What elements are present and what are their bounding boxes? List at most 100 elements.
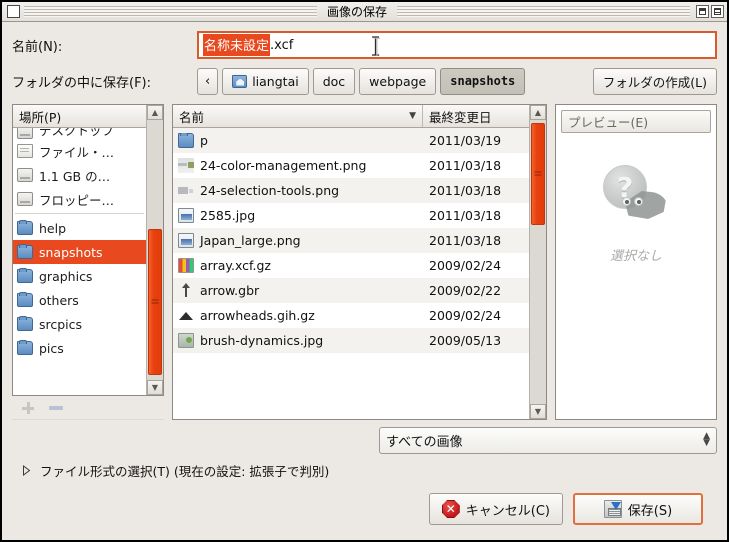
save-in-folder-label: フォルダの中に保存(F): xyxy=(12,72,197,91)
file-date-cell: 2009/05/13 xyxy=(423,333,529,348)
place-item-pics[interactable]: pics xyxy=(13,336,146,360)
table-row[interactable]: array.xcf.gz 2009/02/24 xyxy=(173,253,529,278)
place-item-srcpics-label: srcpics xyxy=(39,317,82,332)
folder-icon xyxy=(17,221,33,235)
places-scrollbar[interactable]: ▲ ▼ xyxy=(146,105,163,395)
place-item-volume[interactable]: 1.1 GB の… xyxy=(13,163,146,187)
restore-window-icon[interactable] xyxy=(696,5,709,18)
places-list[interactable]: デスクトップ ファイル・… 1.1 GB の… xyxy=(13,128,146,395)
table-row[interactable]: p 2011/03/19 xyxy=(173,128,529,153)
folder-icon xyxy=(17,269,33,283)
filename-label: 名前(N): xyxy=(12,36,197,55)
arrowheads-brush-icon xyxy=(178,308,194,323)
file-date-cell: 2009/02/22 xyxy=(423,283,529,298)
file-name-text: 24-color-management.png xyxy=(200,158,366,173)
add-place-button[interactable] xyxy=(20,400,36,416)
cancel-button[interactable]: キャンセル(C) xyxy=(429,493,563,525)
file-list-scrollbar[interactable]: ▲ ▼ xyxy=(529,105,546,419)
place-item-floppy[interactable]: フロッピー… xyxy=(13,187,146,211)
place-item-others-label: others xyxy=(39,293,79,308)
file-type-expander[interactable]: ファイル形式の選択(T) (現在の設定: 拡張子で判別) xyxy=(12,454,717,486)
breadcrumb-doc[interactable]: doc xyxy=(313,68,355,95)
place-item-help[interactable]: help xyxy=(13,216,146,240)
drive-icon xyxy=(17,168,33,182)
place-item-pics-label: pics xyxy=(39,341,64,356)
file-filter-combo[interactable]: すべての画像 ▲▼ xyxy=(379,427,717,454)
desktop-icon xyxy=(17,128,33,139)
file-name-text: p xyxy=(200,133,208,148)
expander-triangle-icon[interactable] xyxy=(22,465,31,476)
place-item-snapshots[interactable]: snapshots xyxy=(13,240,146,264)
places-scroll-thumb[interactable] xyxy=(148,229,162,375)
place-item-desktop[interactable]: デスクトップ xyxy=(13,128,146,139)
places-separator xyxy=(15,213,144,214)
remove-place-button[interactable] xyxy=(48,400,64,416)
file-name-text: 2585.jpg xyxy=(200,208,255,223)
dialog-body: 名前(N): 名称未設定.xcf フォルダの中に保存(F): ‹ liangta… xyxy=(2,22,727,540)
table-row[interactable]: 24-color-management.png 2011/03/18 xyxy=(173,153,529,178)
file-scroll-up-icon[interactable]: ▲ xyxy=(530,105,546,120)
file-name-text: 24-selection-tools.png xyxy=(200,183,339,198)
place-item-srcpics[interactable]: srcpics xyxy=(13,312,146,336)
file-scroll-thumb[interactable] xyxy=(531,123,545,225)
image-thumbnail-icon xyxy=(178,183,194,198)
place-item-floppy-label: フロッピー… xyxy=(39,190,114,209)
title-bar: 画像の保存 xyxy=(2,2,727,22)
places-scroll-track[interactable] xyxy=(147,120,163,380)
breadcrumb-snapshots[interactable]: snapshots xyxy=(440,68,525,95)
home-folder-icon xyxy=(232,75,247,88)
titlebar-stripes-right xyxy=(397,6,690,17)
dialog-action-buttons: キャンセル(C) 保存(S) xyxy=(12,486,717,540)
breadcrumb-back-button[interactable]: ‹ xyxy=(197,68,218,95)
places-column: 場所(P) デスクトップ ファイル・… xyxy=(12,104,164,420)
titlebar-stripes-left xyxy=(24,6,317,17)
breadcrumb-webpage[interactable]: webpage xyxy=(359,68,436,95)
preview-column: プレビュー(E) ? 選択なし xyxy=(555,104,717,420)
table-row[interactable]: Japan_large.png 2011/03/18 xyxy=(173,228,529,253)
floppy-drive-icon xyxy=(17,192,33,206)
file-name-cell: brush-dynamics.jpg xyxy=(173,333,423,348)
save-button-label: 保存(S) xyxy=(628,500,672,519)
create-folder-button[interactable]: フォルダの作成(L) xyxy=(593,68,717,95)
places-scroll-down-icon[interactable]: ▼ xyxy=(147,380,163,395)
filename-input[interactable]: 名称未設定.xcf xyxy=(197,31,717,59)
file-list[interactable]: p 2011/03/19 24-color-management.png 201… xyxy=(173,128,529,419)
breadcrumb-liangtai[interactable]: liangtai xyxy=(222,68,309,95)
scrollbar-grip-icon xyxy=(535,171,542,176)
column-header-name[interactable]: 名前 ▼ xyxy=(173,105,423,127)
table-row[interactable]: 24-selection-tools.png 2011/03/18 xyxy=(173,178,529,203)
filename-row: 名前(N): 名称未設定.xcf xyxy=(12,30,717,60)
image-file-icon xyxy=(178,233,194,248)
file-date-cell: 2011/03/18 xyxy=(423,183,529,198)
file-scroll-track[interactable] xyxy=(530,120,546,404)
file-list-inner: 名前 ▼ 最終変更日 p 2011/03/19 xyxy=(173,105,529,419)
save-button[interactable]: 保存(S) xyxy=(573,493,703,525)
table-row[interactable]: arrow.gbr 2009/02/22 xyxy=(173,278,529,303)
places-scroll-up-icon[interactable]: ▲ xyxy=(147,105,163,120)
file-scroll-down-icon[interactable]: ▼ xyxy=(530,404,546,419)
cancel-button-label: キャンセル(C) xyxy=(466,500,550,519)
table-row[interactable]: brush-dynamics.jpg 2009/05/13 xyxy=(173,328,529,353)
window-title: 画像の保存 xyxy=(321,3,393,20)
text-cursor-icon xyxy=(371,36,380,56)
image-file-icon xyxy=(178,208,194,223)
place-item-others[interactable]: others xyxy=(13,288,146,312)
wilber-eye-left xyxy=(622,197,631,206)
image-thumbnail-icon xyxy=(178,158,194,173)
wilber-question-icon: ? xyxy=(599,161,673,223)
file-date-cell: 2011/03/18 xyxy=(423,158,529,173)
table-row[interactable]: arrowheads.gih.gz 2009/02/24 xyxy=(173,303,529,328)
file-name-text: arrow.gbr xyxy=(200,283,259,298)
place-item-graphics[interactable]: graphics xyxy=(13,264,146,288)
file-name-text: array.xcf.gz xyxy=(200,258,271,273)
table-row[interactable]: 2585.jpg 2011/03/18 xyxy=(173,203,529,228)
place-item-volume-label: 1.1 GB の… xyxy=(39,166,110,185)
image-thumbnail-icon xyxy=(178,333,194,348)
spin-arrows-icon: ▲▼ xyxy=(703,433,710,447)
column-header-date[interactable]: 最終変更日 xyxy=(423,105,529,127)
maximize-window-icon[interactable] xyxy=(711,5,724,18)
window-menu-icon[interactable] xyxy=(7,5,20,18)
file-name-cell: Japan_large.png xyxy=(173,233,423,248)
place-item-filesystem[interactable]: ファイル・… xyxy=(13,139,146,163)
file-name-text: arrowheads.gih.gz xyxy=(200,308,315,323)
